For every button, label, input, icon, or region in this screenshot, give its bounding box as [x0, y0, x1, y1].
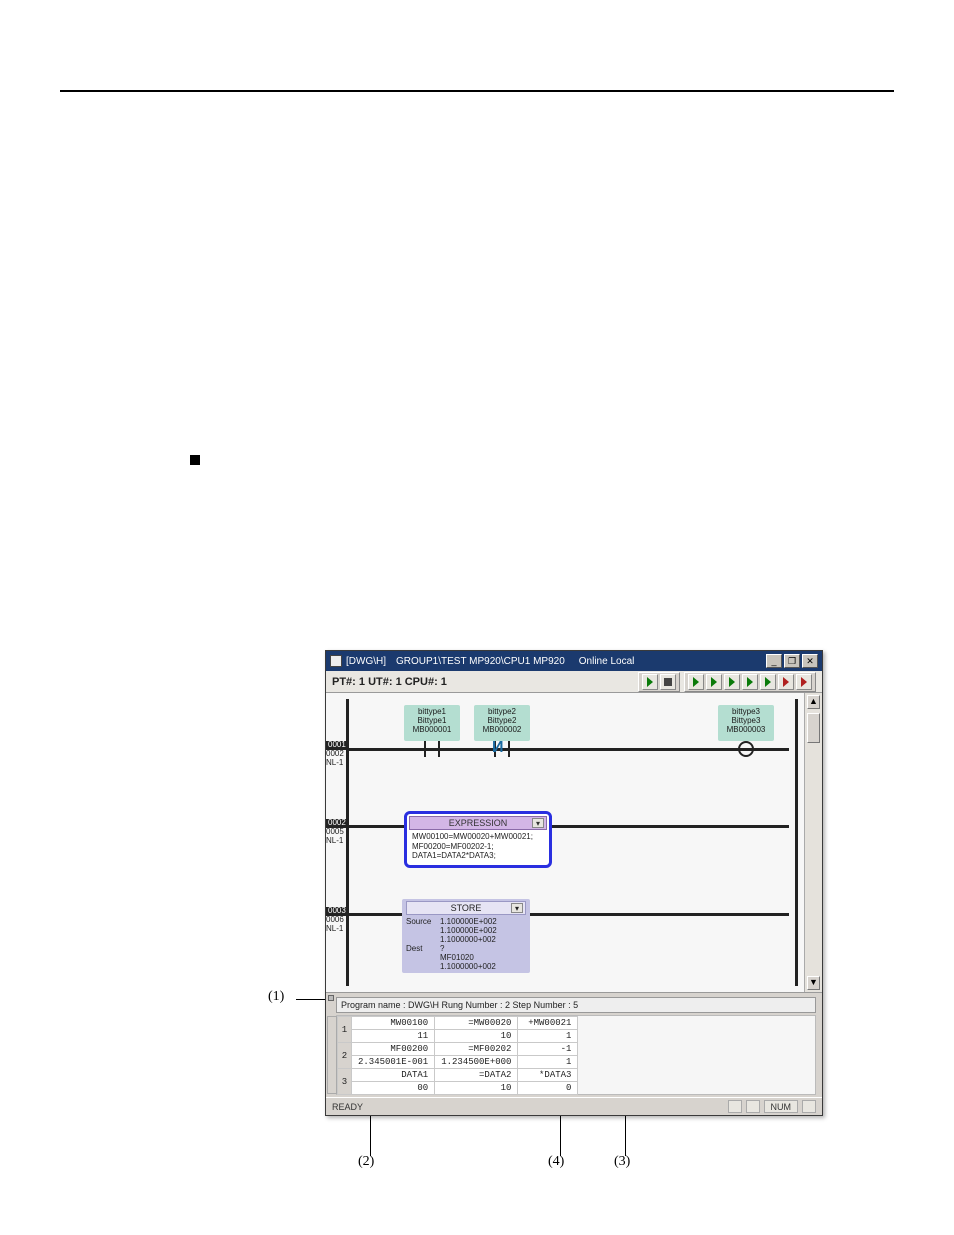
callout-2-line [370, 1116, 371, 1156]
expression-expand-icon[interactable]: ▾ [532, 818, 544, 828]
right-rail [795, 699, 798, 986]
app-icon [330, 655, 342, 667]
expression-header: EXPRESSION ▾ [409, 816, 547, 830]
status-num: NUM [764, 1100, 799, 1113]
contact-block-1[interactable]: bittype1 Bittype1 MB000001 [404, 705, 460, 741]
close-button[interactable]: ✕ [802, 654, 818, 668]
expression-body: MW00100=MW00020+MW00021; MF00200=MF00202… [409, 830, 547, 863]
expression-block[interactable]: EXPRESSION ▾ MW00100=MW00020+MW00021; MF… [404, 811, 552, 868]
coil-icon [738, 741, 754, 757]
current-value-panel[interactable]: 1 MW00100 =MW00020 +MW00021 11 10 1 2 MF… [336, 1015, 816, 1095]
scroll-up-icon[interactable]: ▲ [807, 695, 820, 709]
title-bar[interactable]: [DWG\H] GROUP1\TEST MP920\CPU1 MP920 Onl… [326, 651, 822, 671]
step-button-6[interactable] [778, 674, 794, 690]
callout-2: (2) [358, 1154, 374, 1170]
row-index: 3 [338, 1069, 352, 1095]
table-row: 3 DATA1 =DATA2 *DATA3 [338, 1069, 578, 1082]
pt-ut-cpu-label: PT#: 1 UT#: 1 CPU#: 1 [332, 676, 447, 688]
sub-header: PT#: 1 UT#: 1 CPU#: 1 [326, 671, 822, 693]
table-row: 2 MF00200 =MF00202 -1 [338, 1043, 578, 1056]
table-row: 11 10 1 [338, 1030, 578, 1043]
program-info-header: Program name : DWG\H Rung Number : 2 Ste… [336, 997, 816, 1013]
callout-4: (4) [548, 1154, 564, 1170]
rung-1-wire [349, 748, 789, 751]
restore-button[interactable]: ❐ [784, 654, 800, 668]
panel-side-tab[interactable] [327, 1016, 337, 1094]
status-cell-empty-2 [746, 1100, 760, 1113]
scroll-down-icon[interactable]: ▼ [807, 976, 820, 990]
store-header: STORE ▾ [406, 901, 526, 915]
title-doc: [DWG\H] [346, 656, 386, 667]
callout-1: (1) [268, 989, 284, 1005]
status-bar: READY NUM [326, 1097, 822, 1115]
panel-splitter-handle[interactable] [328, 995, 334, 1001]
store-expand-icon[interactable]: ▾ [511, 903, 523, 913]
row-index: 2 [338, 1043, 352, 1069]
app-window: [DWG\H] GROUP1\TEST MP920\CPU1 MP920 Onl… [325, 650, 823, 1116]
step-button-4[interactable] [742, 674, 758, 690]
status-cell-empty-3 [802, 1100, 816, 1113]
step-button-1[interactable] [688, 674, 704, 690]
play-toolbar [638, 672, 680, 692]
window-controls: _ ❐ ✕ [766, 654, 818, 668]
stop-button[interactable] [660, 674, 676, 690]
title-path: GROUP1\TEST MP920\CPU1 MP920 [396, 656, 565, 667]
store-block[interactable]: STORE ▾ Source1.100000E+002 1.100000E+00… [402, 899, 530, 973]
page-divider [60, 90, 894, 92]
table-row: 1 MW00100 =MW00020 +MW00021 [338, 1017, 578, 1030]
step-toolbar [684, 672, 816, 692]
nc-contact-icon: И [488, 741, 516, 757]
rung-2-label: 0002 0005 NL-1 [326, 819, 368, 845]
scroll-thumb[interactable] [807, 713, 820, 743]
step-button-2[interactable] [706, 674, 722, 690]
play-button[interactable] [642, 674, 658, 690]
coil-block-3[interactable]: bittype3 Bittype3 MB000003 [718, 705, 774, 741]
callout-3: (3) [614, 1154, 630, 1170]
row-index: 1 [338, 1017, 352, 1043]
rung-3-label: 0003 0006 NL-1 [326, 907, 368, 933]
status-ready: READY [332, 1102, 363, 1112]
step-button-7[interactable] [796, 674, 812, 690]
square-bullet [190, 455, 200, 465]
callout-1-line [296, 999, 326, 1000]
title-mode: Online Local [579, 656, 635, 667]
minimize-button[interactable]: _ [766, 654, 782, 668]
rung-1-label: 0001 0002 NL-1 [326, 741, 368, 767]
vertical-scrollbar[interactable]: ▲ ▼ [804, 693, 822, 992]
contact-block-2[interactable]: bittype2 Bittype2 MB000002 [474, 705, 530, 741]
step-button-5[interactable] [760, 674, 776, 690]
ladder-editor[interactable]: 0001 0002 NL-1 bittype1 Bittype1 MB00000… [326, 693, 822, 993]
step-button-3[interactable] [724, 674, 740, 690]
table-row: 2.345001E-001 1.234500E+000 1 [338, 1056, 578, 1069]
table-row: 00 10 0 [338, 1082, 578, 1095]
value-table: 1 MW00100 =MW00020 +MW00021 11 10 1 2 MF… [337, 1016, 578, 1095]
status-cell-empty-1 [728, 1100, 742, 1113]
no-contact-icon [418, 741, 446, 757]
